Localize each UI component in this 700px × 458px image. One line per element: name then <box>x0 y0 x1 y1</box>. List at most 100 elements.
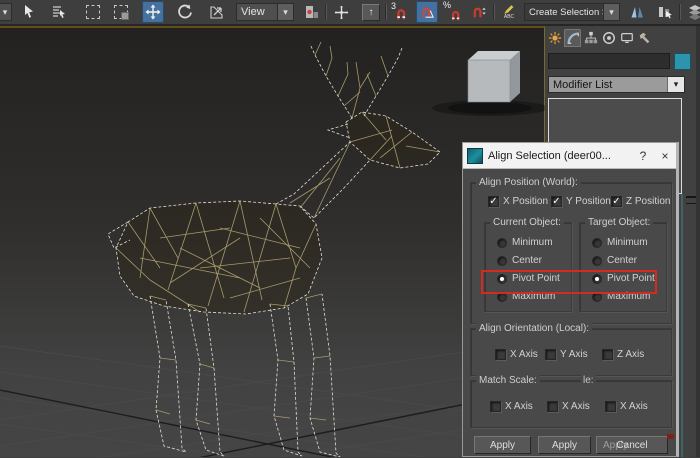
mirror-icon <box>631 7 643 18</box>
align-icon <box>659 7 672 19</box>
spinner-magnet-icon <box>473 7 486 17</box>
tab-modify[interactable] <box>564 29 581 47</box>
window-crossing-toggle-button[interactable] <box>110 1 132 23</box>
use-pivot-point-center-button[interactable] <box>300 1 322 23</box>
artifact-ghost-label: le: <box>581 375 596 386</box>
position-axis-checkboxes: ✓ X Position ✓ Y Position ✓ Z Position <box>488 196 670 207</box>
selection-filter-dropdown[interactable]: ▾ <box>0 3 12 21</box>
selection-region-icon <box>86 5 100 19</box>
select-and-rotate-button[interactable] <box>174 1 196 23</box>
scale-icon <box>210 6 223 19</box>
tab-create[interactable] <box>546 29 563 47</box>
scale-x-axis-label-1: X Axis <box>505 401 533 412</box>
checkbox-icon <box>490 401 501 412</box>
current-object-legend: Current Object: <box>490 217 564 228</box>
select-and-move-button[interactable] <box>142 1 164 23</box>
tab-hierarchy[interactable] <box>582 29 599 47</box>
current-center-radio[interactable]: Center <box>497 255 542 266</box>
chevron-down-icon: ▾ <box>603 4 619 20</box>
align-position-legend: Align Position (World): <box>476 177 581 188</box>
spinner-snap-toggle-button[interactable] <box>468 1 490 23</box>
up-arrow-icon: ↑ <box>362 3 380 21</box>
radio-icon <box>592 237 602 248</box>
apply-button-2[interactable]: Apply <box>538 436 591 454</box>
orientation-y-axis-label: Y Axis <box>560 349 588 360</box>
target-center-radio[interactable]: Center <box>592 255 637 266</box>
match-scale-group: Match Scale: le: X Axis X Axis X Axis <box>470 375 672 428</box>
snaps-toggle-button[interactable]: 3 <box>390 1 412 23</box>
scale-x-axis-checkbox-2[interactable]: X Axis <box>547 401 605 412</box>
select-and-scale-button[interactable] <box>206 1 228 23</box>
target-object-group: Target Object: Minimum Center Pivot Poin… <box>579 217 667 312</box>
angle-snap-toggle-button[interactable] <box>416 1 438 23</box>
manage-layers-button[interactable] <box>684 1 700 23</box>
cancel-button-label: Cancel <box>616 439 648 451</box>
mirror-button[interactable] <box>626 1 648 23</box>
select-object-button[interactable] <box>18 1 40 23</box>
named-selection-sets-dropdown[interactable]: Create Selection Se ▾ <box>524 3 620 21</box>
x-position-checkbox[interactable]: ✓ X Position <box>488 196 551 207</box>
object-name-field[interactable] <box>548 53 670 69</box>
keyboard-shortcut-override-button[interactable]: ↑ <box>360 1 382 23</box>
create-icon <box>548 31 561 45</box>
orientation-x-axis-checkbox[interactable]: X Axis <box>495 349 545 360</box>
window-crossing-icon <box>114 5 129 20</box>
snap-3d-label: 3 <box>391 1 397 11</box>
current-center-label: Center <box>512 255 543 266</box>
orientation-y-axis-checkbox[interactable]: Y Axis <box>545 349 602 360</box>
apply-button-1[interactable]: Apply <box>474 436 531 454</box>
current-object-group: Current Object: Minimum Center Pivot Poi… <box>484 217 572 312</box>
target-minimum-radio[interactable]: Minimum <box>592 237 648 248</box>
pivot-center-icon <box>306 6 318 18</box>
help-button[interactable]: ? <box>632 149 654 163</box>
toolbar-separator <box>493 4 495 20</box>
z-position-checkbox[interactable]: ✓ Z Position <box>611 196 670 207</box>
panel-scroll-handle[interactable] <box>686 196 696 204</box>
select-by-name-button[interactable] <box>48 1 70 23</box>
move-icon <box>145 4 161 20</box>
tab-utilities[interactable] <box>636 29 653 47</box>
reference-coordinate-system-dropdown[interactable]: View ▾ <box>236 3 294 21</box>
select-cursor-icon <box>25 5 33 18</box>
named-selection-sets-value: Create Selection Se <box>529 6 603 18</box>
utilities-icon <box>639 32 649 44</box>
pivot-point-highlight-annotation <box>481 270 657 294</box>
checkbox-check-icon: ✓ <box>488 195 499 207</box>
reference-coordinate-system-value: View <box>241 6 265 18</box>
current-minimum-label: Minimum <box>512 237 553 248</box>
chevron-down-icon: ▾ <box>667 77 684 92</box>
apply-button-2-label: Apply <box>551 439 577 451</box>
deer-wireframe-object[interactable] <box>107 41 441 457</box>
target-box-object[interactable] <box>432 51 545 116</box>
scale-x-axis-checkbox-1[interactable]: X Axis <box>490 401 547 412</box>
modifier-list-value: Modifier List <box>553 78 613 91</box>
scale-x-axis-checkbox-3[interactable]: X Axis <box>605 401 648 412</box>
y-position-checkbox[interactable]: ✓ Y Position <box>551 196 611 207</box>
modifier-list-dropdown[interactable]: Modifier List ▾ <box>548 76 685 93</box>
tab-motion[interactable] <box>600 29 617 47</box>
orientation-axis-checkboxes: X Axis Y Axis Z Axis <box>495 349 644 360</box>
cancel-button[interactable]: Apply Cancel <box>596 436 668 454</box>
radio-icon <box>592 255 602 266</box>
radio-icon <box>497 255 507 266</box>
checkbox-check-icon: ✓ <box>611 195 622 207</box>
percent-snap-toggle-button[interactable]: % <box>442 1 464 23</box>
object-color-swatch[interactable] <box>674 53 691 70</box>
max-logo-icon <box>467 147 483 164</box>
rectangular-selection-region-button[interactable] <box>82 1 104 23</box>
tab-display[interactable] <box>618 29 635 47</box>
edit-named-selection-sets-button[interactable]: ABC <box>498 1 520 23</box>
artifact-red-mark <box>667 434 674 439</box>
align-orientation-legend: Align Orientation (Local): <box>476 323 593 334</box>
rotate-icon <box>178 4 192 19</box>
select-and-manipulate-button[interactable] <box>330 1 352 23</box>
align-button[interactable] <box>654 1 676 23</box>
orientation-z-axis-checkbox[interactable]: Z Axis <box>602 349 644 360</box>
checkbox-icon <box>547 401 558 412</box>
dialog-titlebar[interactable]: Align Selection (deer00... ? × <box>463 143 676 169</box>
target-center-label: Center <box>607 255 638 266</box>
close-button[interactable]: × <box>654 149 676 163</box>
current-minimum-radio[interactable]: Minimum <box>497 237 553 248</box>
checkbox-icon <box>602 349 613 360</box>
checkbox-icon <box>545 349 556 360</box>
